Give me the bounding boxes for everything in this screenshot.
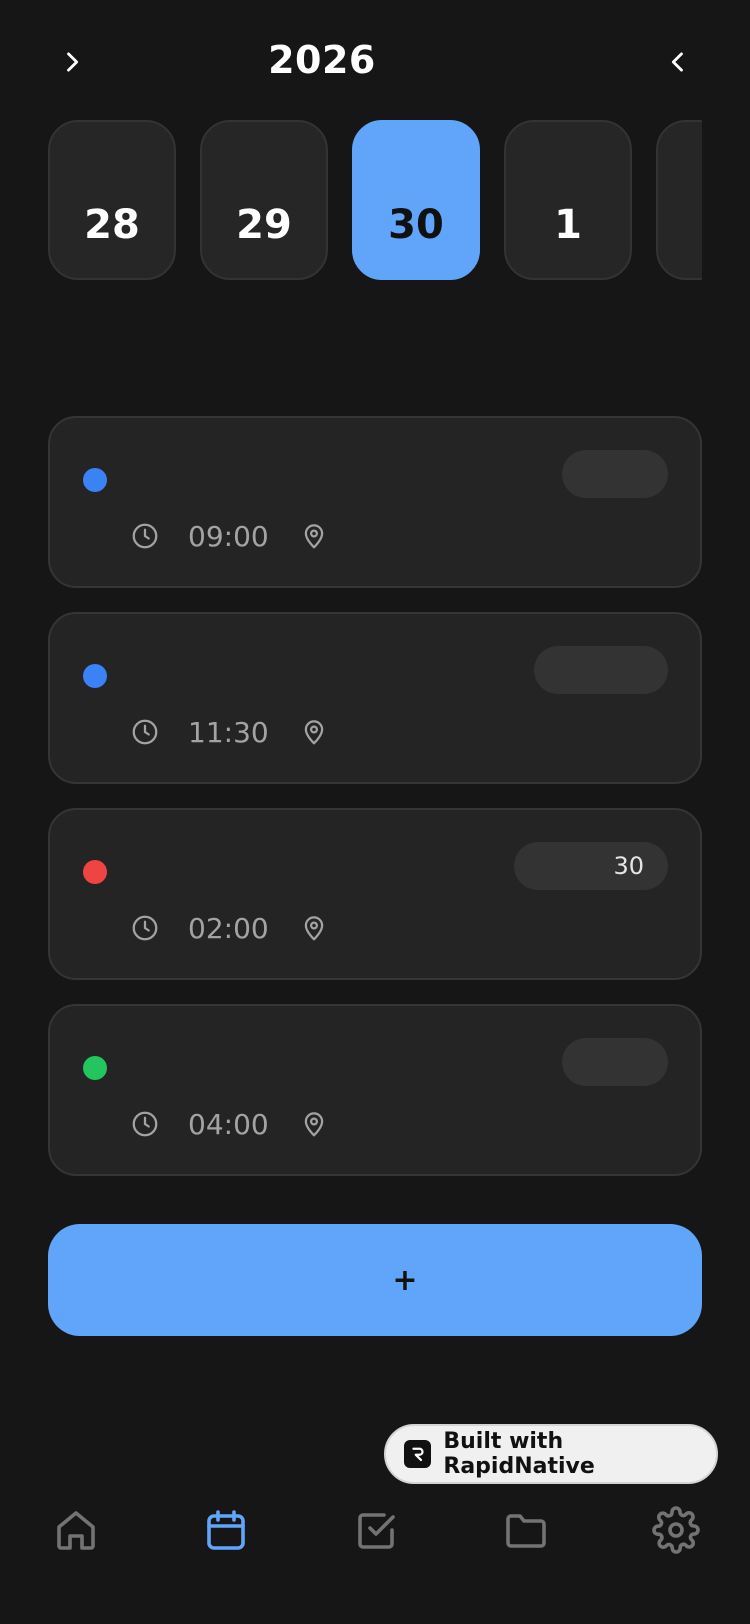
- location-pin-icon: [304, 524, 323, 549]
- event-time: 11:30: [188, 715, 269, 749]
- day-number: 28: [84, 202, 140, 248]
- event-card[interactable]: 09:00: [48, 416, 702, 588]
- clock-icon: [132, 1111, 158, 1137]
- event-meta: 09:00: [130, 516, 329, 556]
- event-time: 04:00: [188, 1107, 269, 1141]
- year-title: 2026: [268, 38, 376, 82]
- event-tag-pill: [562, 1038, 668, 1086]
- day-chip-selected[interactable]: 30: [352, 120, 480, 280]
- previous-year-button[interactable]: [656, 40, 700, 84]
- event-meta: 11:30: [130, 712, 329, 752]
- calendar-screen: 2026 28 29 30 1 09:00 11:30 30 02:00 04:…: [0, 0, 750, 1624]
- chevron-left-icon: [671, 52, 683, 72]
- day-chip[interactable]: 28: [48, 120, 176, 280]
- event-card[interactable]: 04:00: [48, 1004, 702, 1176]
- nav-settings[interactable]: [646, 1500, 706, 1560]
- folder-icon: [506, 1514, 546, 1548]
- nav-tasks[interactable]: [346, 1500, 406, 1560]
- location-pin-icon: [304, 916, 323, 941]
- event-color-dot: [83, 468, 107, 492]
- home-icon: [57, 1511, 95, 1550]
- event-time: 02:00: [188, 911, 269, 945]
- add-event-button[interactable]: +: [48, 1224, 702, 1336]
- event-tag-pill: [562, 450, 668, 498]
- day-number: 30: [388, 202, 444, 248]
- event-color-dot: [83, 1056, 107, 1080]
- badge-label: Built with RapidNative: [443, 1429, 595, 1479]
- bottom-navigation: [0, 1490, 750, 1570]
- event-tag-pill: 30: [514, 842, 668, 890]
- nav-home[interactable]: [46, 1500, 106, 1560]
- day-number: 1: [554, 202, 582, 248]
- nav-files[interactable]: [496, 1500, 556, 1560]
- location-pin-icon: [304, 720, 323, 745]
- event-color-dot: [83, 664, 107, 688]
- event-color-dot: [83, 860, 107, 884]
- clock-icon: [132, 523, 158, 549]
- event-time: 09:00: [188, 519, 269, 553]
- event-card[interactable]: 11:30: [48, 612, 702, 784]
- day-chip[interactable]: 29: [200, 120, 328, 280]
- day-chip[interactable]: 1: [504, 120, 632, 280]
- add-button-label: +: [392, 1262, 418, 1298]
- event-list: 09:00 11:30 30 02:00 04:00: [48, 416, 702, 1200]
- clock-icon: [132, 915, 158, 941]
- clock-icon: [132, 719, 158, 745]
- location-pin-icon: [304, 1112, 323, 1137]
- event-card[interactable]: 30 02:00: [48, 808, 702, 980]
- event-meta: 04:00: [130, 1104, 329, 1144]
- event-tag-pill: [534, 646, 668, 694]
- nav-calendar[interactable]: [196, 1500, 256, 1560]
- header: 2026: [0, 30, 750, 90]
- checkbox-icon: [358, 1513, 395, 1549]
- gear-icon: [652, 1506, 700, 1554]
- day-selector[interactable]: 28 29 30 1: [48, 120, 702, 280]
- day-chip[interactable]: [656, 120, 702, 280]
- built-with-badge[interactable]: Built with RapidNative: [384, 1424, 718, 1484]
- calendar-icon: [207, 1510, 245, 1550]
- event-meta: 02:00: [130, 908, 329, 948]
- day-number: 29: [236, 202, 292, 248]
- rapidnative-logo-icon: [404, 1440, 432, 1468]
